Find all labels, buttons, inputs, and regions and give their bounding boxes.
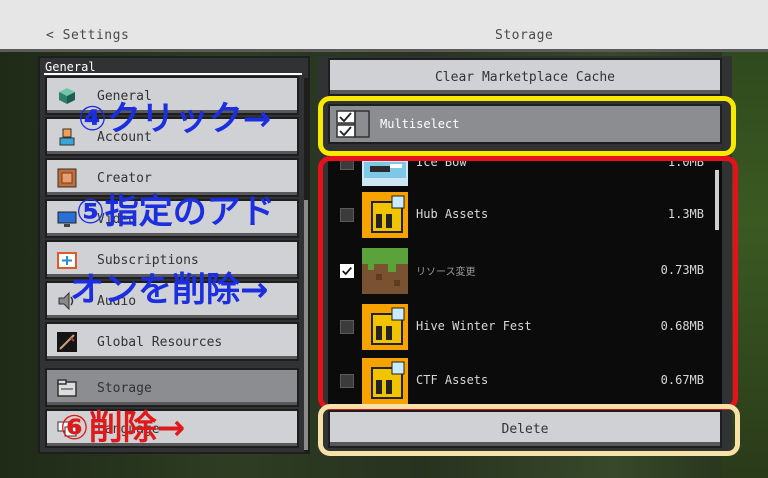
row-checkbox[interactable] xyxy=(340,320,354,334)
storage-panel: Clear Marketplace Cache Multiselect Ice … xyxy=(318,56,732,454)
annotation-step-4: ④クリック→ xyxy=(78,99,272,139)
subscriptions-icon xyxy=(57,252,77,269)
row-checkbox-checked[interactable] xyxy=(340,264,354,278)
list-item[interactable]: Hive Winter Fest 0.68MB xyxy=(328,300,722,354)
sidebar-scrollbar-thumb[interactable] xyxy=(304,200,308,450)
sidebar-item-label: Subscriptions xyxy=(97,253,199,268)
top-bar: < Settings Storage xyxy=(0,0,768,52)
sidebar-item-label: Creator xyxy=(97,171,152,186)
multiselect-checkbox-icon xyxy=(336,110,370,138)
list-item[interactable]: CTF Assets 0.67MB xyxy=(328,354,722,406)
row-size: 0.73MB xyxy=(660,263,704,277)
list-item[interactable]: リソース変更 0.73MB xyxy=(328,244,722,298)
delete-label: Delete xyxy=(501,421,549,437)
monitor-icon xyxy=(57,211,77,227)
resource-pack-list: Ice Bow 1.0MB Hub Assets 1.3MB リソース変更 0.… xyxy=(328,154,722,406)
row-checkbox[interactable] xyxy=(340,374,354,388)
cube-icon xyxy=(59,88,75,104)
bow-pack-thumb xyxy=(362,154,408,186)
sidebar-item-label: Storage xyxy=(97,381,152,396)
sidebar-item-storage[interactable]: Storage xyxy=(45,368,299,407)
multiselect-toggle[interactable]: Multiselect xyxy=(328,104,722,144)
row-name: リソース変更 xyxy=(416,267,476,278)
sidebar-item-global-resources[interactable]: Global Resources xyxy=(45,322,299,361)
back-to-settings-button[interactable]: < Settings xyxy=(46,28,129,43)
bee-pack-thumb xyxy=(362,192,408,238)
row-name: Hive Winter Fest xyxy=(416,319,532,333)
section-divider xyxy=(44,73,302,75)
annotation-step-5-line-1: ⑤指定のアド xyxy=(76,192,275,232)
row-name: Hub Assets xyxy=(416,207,489,221)
row-size: 0.67MB xyxy=(660,373,704,387)
check-icon xyxy=(342,267,352,276)
row-name: CTF Assets xyxy=(416,373,489,387)
account-icon xyxy=(59,128,75,146)
row-size: 1.0MB xyxy=(667,155,704,169)
row-checkbox[interactable] xyxy=(340,208,354,222)
row-name: Ice Bow xyxy=(416,155,467,169)
bee-pack-thumb xyxy=(362,304,408,350)
row-size: 1.3MB xyxy=(667,207,704,221)
grass-pack-thumb xyxy=(362,248,408,294)
clear-marketplace-cache-button[interactable]: Clear Marketplace Cache xyxy=(328,58,722,96)
sidebar-item-label: Global Resources xyxy=(97,335,223,350)
list-item[interactable]: Hub Assets 1.3MB xyxy=(328,188,722,242)
list-item[interactable]: Ice Bow 1.0MB xyxy=(328,154,722,190)
page-title: Storage xyxy=(495,28,554,43)
sidebar-section-label: General xyxy=(45,60,96,74)
multiselect-label: Multiselect xyxy=(380,117,460,131)
bee-pack-thumb xyxy=(362,358,408,404)
creator-icon xyxy=(57,168,77,188)
annotation-step-5-line-2: オンを削除→ xyxy=(70,270,269,310)
clear-cache-label: Clear Marketplace Cache xyxy=(434,69,615,85)
storage-icon xyxy=(57,379,77,397)
row-checkbox[interactable] xyxy=(340,156,354,170)
annotation-step-6: ⑥削除→ xyxy=(60,408,186,448)
row-size: 0.68MB xyxy=(660,319,704,333)
resources-icon xyxy=(57,332,77,352)
delete-button[interactable]: Delete xyxy=(328,410,722,448)
list-scrollbar-thumb[interactable] xyxy=(715,170,719,230)
